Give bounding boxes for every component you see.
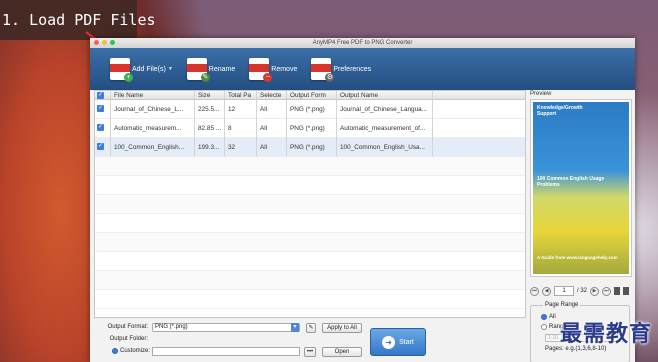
window-title: AnyMP4 Free PDF to PNG Converter [312, 40, 413, 46]
cell-selected: All [257, 99, 287, 119]
snapshot-icon[interactable] [614, 287, 621, 295]
select-all-checkbox[interactable]: ✓ [95, 91, 111, 99]
file-table: ✓ File Name Size Total Pa Selecte Output… [94, 90, 526, 318]
radio-all[interactable] [541, 314, 547, 320]
range-all-option[interactable]: All [541, 314, 556, 320]
cell-size: 199.3... [195, 137, 225, 157]
customize-label: Customize: [120, 348, 151, 354]
browse-folder-button[interactable]: ••• [304, 347, 316, 357]
toolbar: + Add File(s) ▼ ✎ Rename − Remove ⚙ Pref… [90, 48, 635, 90]
header-selected[interactable]: Selecte [257, 91, 287, 99]
cell-output-format[interactable]: PNG (*.png) [287, 99, 337, 119]
row-checkbox[interactable]: ✓ [95, 99, 111, 119]
cell-selected: All [257, 118, 287, 138]
header-output-name[interactable]: Output Name [337, 91, 433, 99]
page-total: / 32 [577, 288, 588, 294]
header-total-pages[interactable]: Total Pa [225, 91, 257, 99]
cover-footer: A Guide from www.languagehelp.com [537, 255, 618, 260]
preferences-button[interactable]: ⚙ Preferences [311, 58, 372, 82]
folder-icon[interactable] [623, 287, 630, 295]
cell-file-name: Automatic_measurem... [111, 118, 195, 138]
zoom-window-button[interactable] [110, 40, 115, 45]
output-folder-label: Output Folder: [109, 336, 148, 342]
table-row[interactable]: ✓ Journal_of_Chinese_L... 225.5... 12 Al… [95, 99, 525, 119]
main-area: ✓ File Name Size Total Pa Selecte Output… [90, 90, 635, 362]
cell-output-name[interactable]: Automatic_measurement_of... [337, 118, 433, 138]
page-range-title: Page Range [543, 302, 581, 308]
cell-output-format[interactable]: PNG (*.png) [287, 137, 337, 157]
remove-button[interactable]: − Remove [249, 58, 298, 82]
preview-page-image: Knowledge/Growth Support 100 Common Engl… [533, 102, 629, 274]
app-window: AnyMP4 Free PDF to PNG Converter + Add F… [90, 38, 635, 362]
dropdown-arrow-icon[interactable]: ▼ [168, 66, 173, 72]
first-page-icon[interactable]: ⏮ [530, 286, 539, 296]
cell-output-name[interactable]: Journal_of_Chinese_Langua... [337, 99, 433, 119]
cell-selected: All [257, 137, 287, 157]
next-page-icon[interactable]: ▶ [590, 286, 600, 296]
start-button[interactable]: ➜ Start [370, 328, 426, 356]
output-format-label: Output Format: [107, 324, 148, 330]
preferences-pdf-icon: ⚙ [311, 58, 335, 82]
convert-arrow-icon: ➜ [382, 335, 396, 349]
preview-frame: Knowledge/Growth Support 100 Common Engl… [530, 99, 632, 277]
page-navigator: ⏮ ◀ 1 / 32 ▶ ⏭ [530, 286, 632, 296]
remove-pdf-icon: − [249, 58, 273, 82]
cell-output-format[interactable]: PNG (*.png) [287, 118, 337, 138]
cell-file-name: 100_Common_English... [111, 137, 195, 157]
window-controls [94, 40, 115, 45]
page-input[interactable]: 1 [554, 286, 574, 296]
cell-total-pages: 12 [225, 99, 257, 119]
cover-subtitle: 100 Common English Usage Problems [537, 176, 605, 188]
apply-to-all-button[interactable]: Apply to All [322, 323, 362, 333]
minimize-window-button[interactable] [102, 40, 107, 45]
preferences-label: Preferences [333, 65, 372, 73]
header-file-name[interactable]: File Name [111, 91, 195, 99]
cell-total-pages: 32 [225, 137, 257, 157]
output-settings: Output Format: PNG (*.png) ✎ Apply to Al… [90, 322, 526, 362]
close-window-button[interactable] [94, 40, 99, 45]
prev-page-icon[interactable]: ◀ [542, 286, 551, 296]
open-folder-button[interactable]: Open [322, 347, 362, 357]
output-folder-input[interactable] [152, 347, 300, 356]
cell-file-name: Journal_of_Chinese_L... [111, 99, 195, 119]
rename-button[interactable]: ✎ Rename [186, 58, 236, 82]
rename-label: Rename [208, 65, 236, 73]
settings-wrench-icon[interactable]: ✎ [306, 323, 316, 333]
row-checkbox[interactable]: ✓ [95, 118, 111, 138]
output-format-select[interactable]: PNG (*.png) [152, 323, 300, 332]
radio-customize[interactable] [112, 348, 118, 354]
table-row[interactable]: ✓ Automatic_measurem... 82.85 ... 8 All … [95, 118, 525, 138]
remove-label: Remove [271, 65, 298, 73]
watermark-text: 最需教育 [559, 322, 652, 347]
start-label: Start [399, 338, 414, 346]
preview-label: Preview [530, 91, 552, 97]
cell-total-pages: 8 [225, 118, 257, 138]
add-pdf-icon: + [110, 58, 133, 82]
rename-pdf-icon: ✎ [186, 58, 210, 82]
cell-size: 225.5... [195, 99, 225, 119]
add-files-label: Add File(s) [132, 65, 166, 73]
cell-size: 82.85 ... [195, 118, 225, 138]
title-bar: AnyMP4 Free PDF to PNG Converter [90, 38, 635, 48]
add-files-button[interactable]: + Add File(s) ▼ [110, 58, 173, 82]
cover-title: Knowledge/Growth Support [537, 105, 583, 117]
header-output-format[interactable]: Output Form [287, 91, 337, 99]
step-label: 1. Load PDF Files [2, 11, 156, 29]
customize-option[interactable]: Customize: [112, 348, 150, 354]
header-size[interactable]: Size [195, 91, 225, 99]
range-all-label: All [549, 314, 556, 320]
empty-rows [95, 157, 525, 309]
table-row-selected[interactable]: ✓ 100_Common_English... 199.3... 32 All … [95, 137, 525, 157]
last-page-icon[interactable]: ⏭ [602, 286, 612, 296]
radio-range[interactable] [541, 324, 547, 330]
cell-output-name[interactable]: 100_Common_English_Usa... [337, 137, 433, 157]
row-checkbox[interactable]: ✓ [95, 137, 111, 157]
